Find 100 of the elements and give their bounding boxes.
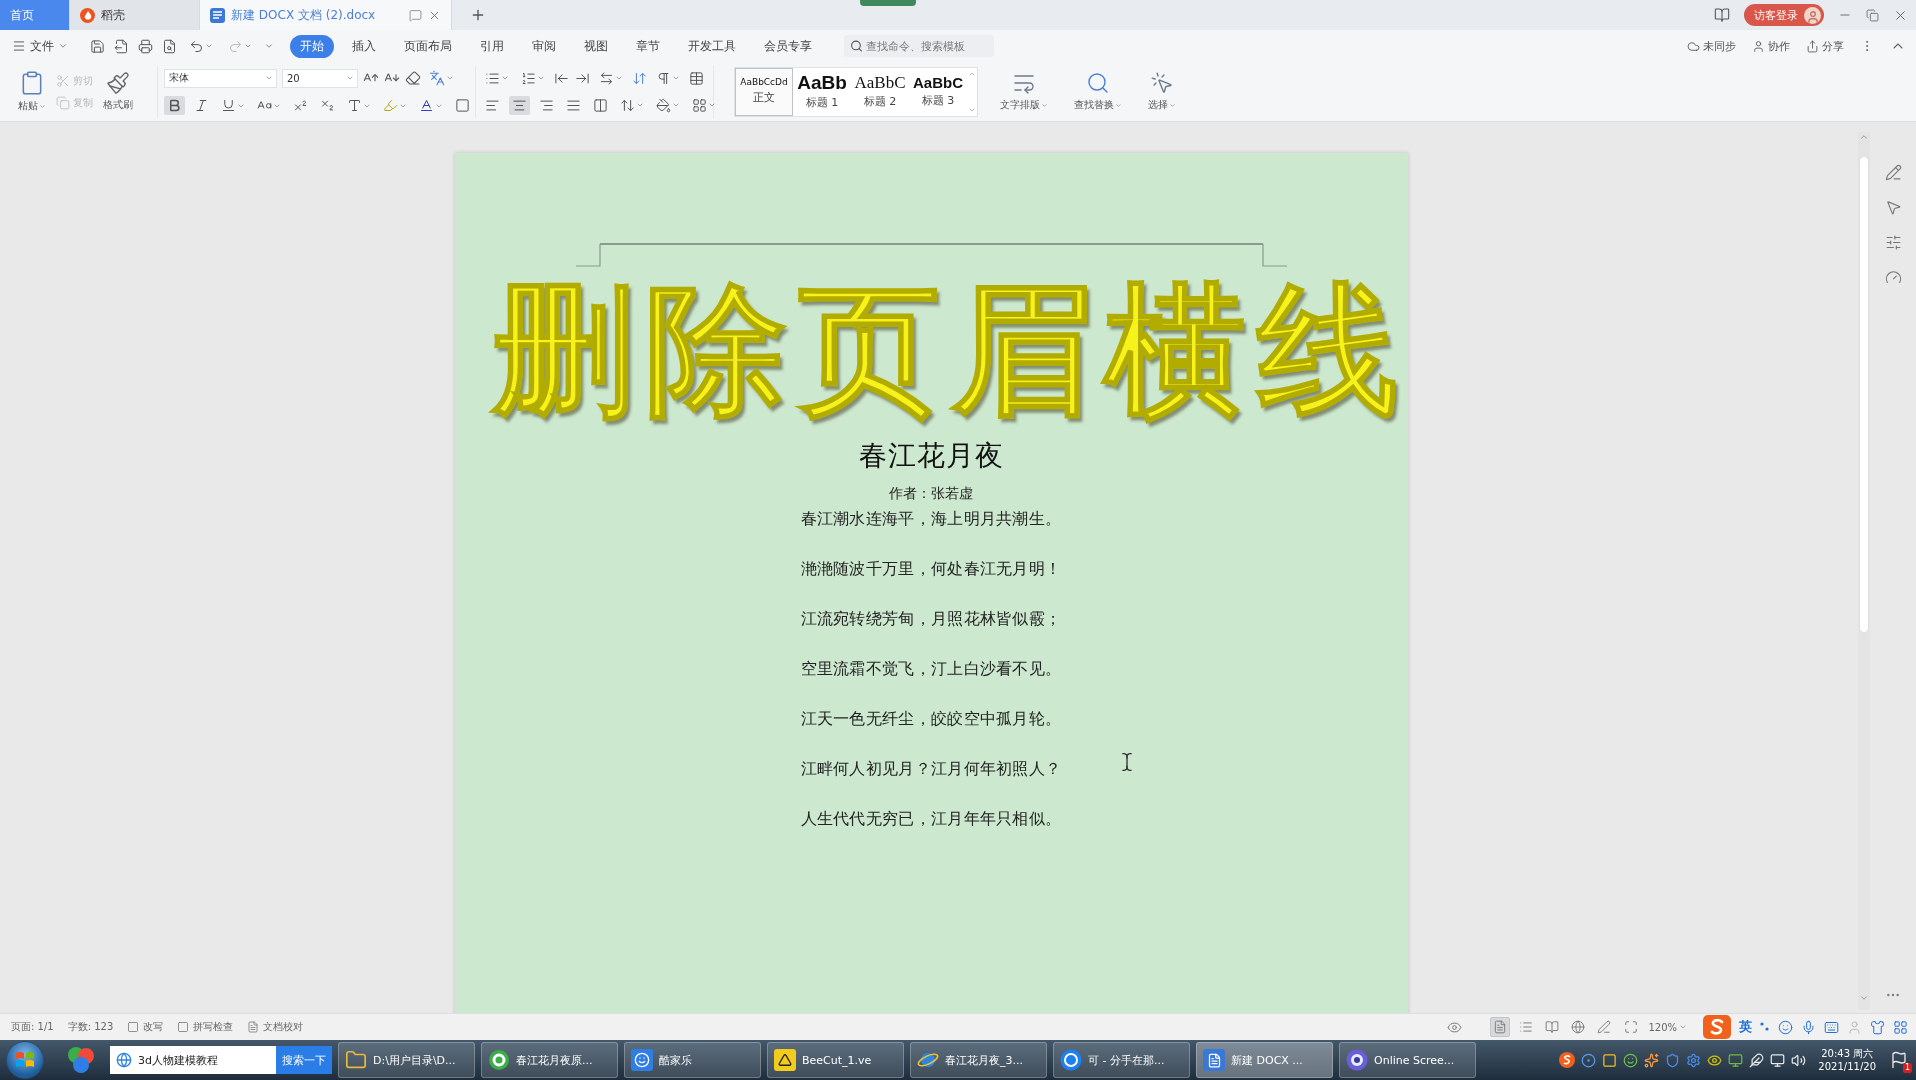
select-button[interactable]: 选择 xyxy=(1144,71,1180,112)
paste-button[interactable]: 粘贴 xyxy=(14,70,50,113)
web-search-field[interactable]: 3d人物建模教程 xyxy=(110,1046,276,1074)
format-painter-button[interactable]: 格式刷 xyxy=(99,71,137,112)
caret-icon[interactable] xyxy=(1041,101,1048,109)
caret-icon[interactable] xyxy=(537,74,545,82)
caret-icon[interactable] xyxy=(636,101,644,109)
ime-tray-icon[interactable] xyxy=(1559,1052,1576,1068)
undo-icon[interactable] xyxy=(189,38,204,54)
ribbon-tab[interactable]: 开发工具 xyxy=(678,34,746,58)
export-icon[interactable] xyxy=(114,38,129,54)
caret-icon[interactable] xyxy=(58,41,68,51)
search-button[interactable]: 搜索一下 xyxy=(276,1046,332,1074)
find-replace-button[interactable]: 查找替换 xyxy=(1070,71,1126,112)
caret-icon[interactable] xyxy=(672,74,680,82)
print-preview-icon[interactable] xyxy=(162,38,177,54)
tab[interactable]: 稻壳 xyxy=(70,0,200,30)
restore-icon[interactable] xyxy=(1866,8,1879,22)
command-search-field[interactable]: 查找命令、搜索模板 xyxy=(844,35,994,57)
sliders-icon[interactable] xyxy=(1884,234,1902,251)
style-card[interactable]: AaBbCcDd 正文 xyxy=(735,67,793,116)
caret-icon[interactable] xyxy=(708,101,716,109)
grid-icon[interactable] xyxy=(1893,1019,1908,1035)
status-toggle[interactable]: 文档校对 xyxy=(247,1020,304,1034)
tab[interactable]: 新建 DOCX 文档 (2).docx xyxy=(200,0,452,30)
font-size-field[interactable]: 20 xyxy=(282,68,358,88)
file-menu-button[interactable]: 文件 xyxy=(12,37,68,55)
view-button[interactable] xyxy=(1490,1017,1511,1037)
circle-dot-icon[interactable] xyxy=(1581,1052,1597,1068)
ribbon-tab[interactable]: 开始 xyxy=(290,34,334,58)
ribbon-tab[interactable]: 页面布局 xyxy=(394,34,462,58)
plus-icon[interactable] xyxy=(470,7,486,23)
scroll-thumb[interactable] xyxy=(1859,156,1869,633)
caret-icon[interactable] xyxy=(1115,101,1122,109)
eye-icon[interactable] xyxy=(1447,1019,1463,1035)
caret-icon[interactable] xyxy=(446,74,454,82)
scroll-up-icon[interactable] xyxy=(1859,132,1869,142)
smile-icon[interactable] xyxy=(1778,1019,1793,1035)
taskbar-button[interactable]: 新建 DOCX ... xyxy=(1196,1042,1333,1078)
smile-icon[interactable] xyxy=(1623,1052,1639,1068)
text-layout-button[interactable]: 文字排版 xyxy=(996,71,1052,112)
monitor-icon[interactable] xyxy=(1728,1052,1744,1068)
status-toggle[interactable]: 改写 xyxy=(127,1020,164,1034)
caret-icon[interactable] xyxy=(615,74,623,82)
expand-icon[interactable] xyxy=(1624,1020,1639,1034)
ribbon-tab[interactable]: 引用 xyxy=(470,34,514,58)
shield-icon[interactable] xyxy=(1665,1052,1681,1068)
square-icon[interactable] xyxy=(1602,1052,1618,1068)
book-icon[interactable] xyxy=(1714,7,1730,23)
keyboard-icon[interactable] xyxy=(1824,1019,1839,1035)
volume-icon[interactable] xyxy=(1791,1052,1807,1068)
caret-icon[interactable] xyxy=(265,74,273,82)
toolbar-link[interactable]: 分享 xyxy=(1806,38,1844,54)
speech-bubble-icon[interactable] xyxy=(409,8,422,22)
taskbar-button[interactable]: BeeCut_1.ve xyxy=(767,1042,904,1078)
ribbon-tab[interactable]: 插入 xyxy=(342,34,386,58)
bold-button[interactable] xyxy=(164,96,185,115)
gear-icon[interactable] xyxy=(1686,1052,1702,1068)
taskbar-button[interactable]: D:\用户目录\D... xyxy=(338,1042,475,1078)
start-button[interactable] xyxy=(6,1041,44,1079)
save-icon[interactable] xyxy=(90,38,105,54)
taskbar-button[interactable]: 春江花月夜原... xyxy=(481,1042,618,1078)
caret-icon[interactable] xyxy=(39,102,46,110)
caret-icon[interactable] xyxy=(244,42,252,50)
left-right-arrows-icon[interactable] xyxy=(599,70,614,86)
ball-icon[interactable] xyxy=(66,1045,96,1075)
align-center-button[interactable] xyxy=(509,95,530,115)
eye-icon[interactable] xyxy=(1707,1052,1723,1068)
sparkles-icon[interactable] xyxy=(1644,1052,1660,1068)
paint-bucket-icon[interactable] xyxy=(656,97,671,113)
ribbon-tab[interactable]: 会员专享 xyxy=(754,34,822,58)
ribbon-tab[interactable]: 视图 xyxy=(574,34,618,58)
font-name-field[interactable]: 宋体 xyxy=(164,68,277,88)
pilcrow-icon[interactable] xyxy=(656,70,671,86)
scroll-down-icon[interactable] xyxy=(1859,993,1869,1003)
bullet-list-icon[interactable] xyxy=(485,70,500,86)
numbered-list-icon[interactable] xyxy=(521,70,536,86)
menu-icon[interactable] xyxy=(12,39,26,53)
login-button[interactable]: 访客登录 xyxy=(1744,4,1824,26)
caret-icon[interactable] xyxy=(346,74,354,82)
pointer-icon[interactable] xyxy=(1884,199,1902,216)
toolbar-link[interactable]: 未同步 xyxy=(1687,38,1736,54)
pencil-icon[interactable] xyxy=(1884,164,1902,181)
ribbon-tab[interactable]: 审阅 xyxy=(522,34,566,58)
caret-icon[interactable] xyxy=(501,74,509,82)
caret-icon[interactable] xyxy=(672,101,680,109)
line-spacing-icon[interactable] xyxy=(620,97,635,113)
gauge-icon[interactable] xyxy=(1884,269,1902,286)
caret-icon[interactable] xyxy=(264,41,274,51)
table-icon[interactable] xyxy=(689,70,704,86)
taskbar-button[interactable]: 春江花月夜_3... xyxy=(910,1042,1047,1078)
grid-icon[interactable] xyxy=(692,97,707,113)
taskbar-button[interactable]: 可 - 分手在那... xyxy=(1053,1042,1190,1078)
feather-icon[interactable] xyxy=(1749,1052,1765,1068)
caret-icon[interactable] xyxy=(205,42,213,50)
caret-icon[interactable] xyxy=(1679,1023,1687,1031)
ribbon-tab[interactable]: 章节 xyxy=(626,34,670,58)
language-icon[interactable] xyxy=(429,70,445,86)
notification-icon[interactable] xyxy=(1890,1051,1908,1069)
eraser-icon[interactable] xyxy=(405,70,421,86)
